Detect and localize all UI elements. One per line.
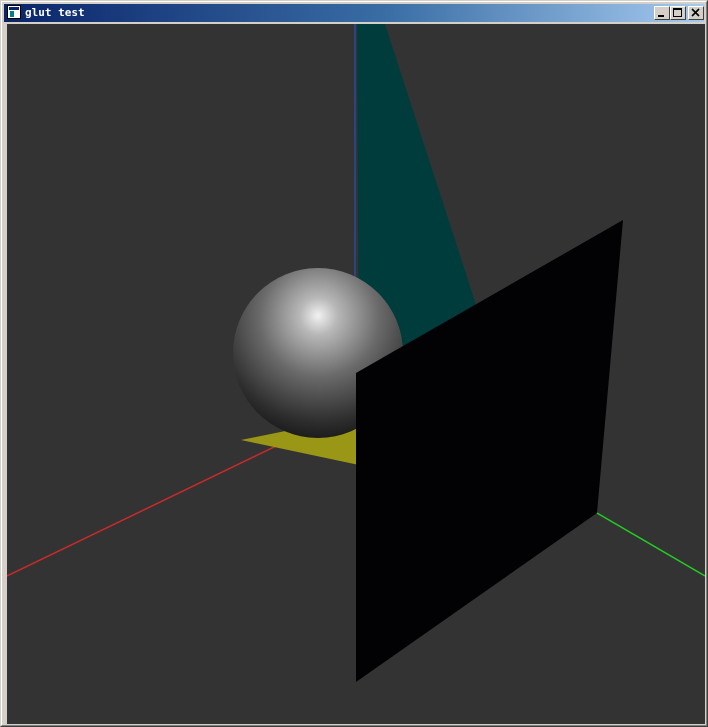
maximize-button[interactable]	[670, 6, 686, 20]
maximize-icon	[673, 8, 682, 17]
opengl-viewport[interactable]	[7, 24, 705, 724]
scene-canvas	[7, 24, 705, 682]
icon-bar	[9, 7, 19, 10]
minimize-button[interactable]	[654, 6, 670, 20]
title-bar[interactable]: glut test	[4, 4, 704, 22]
y-axis	[596, 512, 705, 577]
window-frame: glut test	[1, 1, 707, 726]
minimize-icon	[658, 15, 664, 17]
icon-pane	[10, 11, 14, 17]
window-title: glut test	[25, 6, 85, 19]
app-window: glut test	[0, 0, 708, 727]
close-button[interactable]	[688, 6, 704, 20]
app-window-icon[interactable]	[7, 5, 21, 19]
close-icon	[691, 8, 700, 17]
